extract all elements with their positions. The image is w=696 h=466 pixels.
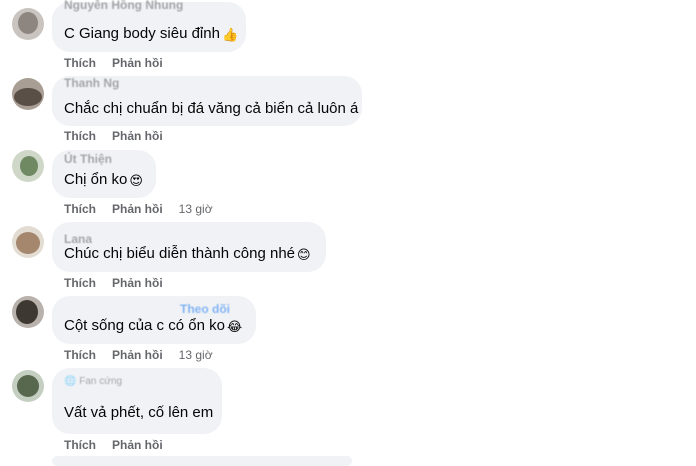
comment-item: 🌐 Fan cứng Vất vả phết, cố lên em Thích P… — [0, 366, 696, 466]
comment-timestamp[interactable]: 13 giờ — [179, 348, 213, 362]
avatar[interactable] — [12, 150, 44, 182]
comment-item: Nguyễn Hồng Nhung C Giang body siêu đỉnh… — [0, 0, 696, 72]
reply-button[interactable]: Phản hồi — [112, 129, 163, 143]
next-comment-bubble-edge — [52, 456, 352, 466]
comment-bubble: Theo dõi Cột sống của c có ổn ko 😂 — [52, 296, 256, 344]
comment-item: Út Thiện Chị ổn ko 😍 Thích Phản hồi 13 giờ — [0, 148, 696, 220]
avatar[interactable] — [12, 8, 44, 40]
comment-actions: Thích Phản hồi — [64, 56, 179, 70]
comment-bubble: 🌐 Fan cứng Vất vả phết, cố lên em — [52, 368, 222, 434]
reply-button[interactable]: Phản hồi — [112, 276, 163, 290]
like-button[interactable]: Thích — [64, 438, 96, 452]
comment-text: Chắc chị chuẩn bị đá văng cả biển cả luô… — [64, 100, 359, 117]
avatar[interactable] — [12, 296, 44, 328]
reply-button[interactable]: Phản hồi — [112, 202, 163, 216]
like-button[interactable]: Thích — [64, 129, 96, 143]
comment-actions: Thích Phản hồi 13 giờ — [64, 348, 229, 362]
comment-bubble: Lana Chúc chị biểu diễn thành công nhé 😊 — [52, 222, 326, 272]
reply-button[interactable]: Phản hồi — [112, 56, 163, 70]
comment-author[interactable]: Nguyễn Hồng Nhung — [64, 0, 183, 12]
comment-actions: Thích Phản hồi — [64, 276, 179, 290]
smile-icon: 😊 — [297, 247, 311, 262]
comment-text: Chúc chị biểu diễn thành công nhé 😊 — [64, 245, 311, 262]
comment-timestamp[interactable]: 13 giờ — [179, 202, 213, 216]
avatar[interactable] — [12, 226, 44, 258]
laughing-icon: 😂 — [226, 319, 243, 334]
comment-text: Cột sống của c có ổn ko 😂 — [64, 317, 243, 334]
comment-bubble: Nguyễn Hồng Nhung C Giang body siêu đỉnh… — [52, 0, 246, 52]
comment-author[interactable]: Thanh Ng — [64, 76, 119, 90]
like-button[interactable]: Thích — [64, 276, 96, 290]
comment-actions: Thích Phản hồi 13 giờ — [64, 202, 229, 216]
comment-text: Vất vả phết, cố lên em — [64, 404, 214, 421]
avatar[interactable] — [12, 370, 44, 402]
comment-author[interactable]: 🌐 Fan cứng — [64, 376, 122, 387]
follow-link[interactable]: Theo dõi — [180, 302, 230, 316]
like-button[interactable]: Thích — [64, 202, 96, 216]
like-button[interactable]: Thích — [64, 56, 96, 70]
comment-item: Lana Chúc chị biểu diễn thành công nhé 😊 … — [0, 220, 696, 294]
like-button[interactable]: Thích — [64, 348, 96, 362]
comment-item: Theo dõi Cột sống của c có ổn ko 😂 Thích P… — [0, 294, 696, 366]
comment-actions: Thích Phản hồi — [64, 438, 179, 452]
reply-button[interactable]: Phản hồi — [112, 438, 163, 452]
comment-item: Thanh Ng Chắc chị chuẩn bị đá văng cả bi… — [0, 72, 696, 148]
thumbs-up-icon: 👍 — [221, 27, 239, 42]
heart-eyes-icon: 😍 — [129, 173, 143, 188]
comment-actions: Thích Phản hồi — [64, 129, 179, 143]
comment-bubble: Thanh Ng Chắc chị chuẩn bị đá văng cả bi… — [52, 76, 362, 126]
globe-icon: 🌐 — [64, 376, 77, 387]
avatar[interactable] — [12, 78, 44, 110]
reply-button[interactable]: Phản hồi — [112, 348, 163, 362]
comment-text: Chị ổn ko 😍 — [64, 171, 143, 188]
comment-bubble: Út Thiện Chị ổn ko 😍 — [52, 150, 156, 198]
comment-text: C Giang body siêu đỉnh 👍 — [64, 25, 239, 42]
comment-author[interactable]: Út Thiện — [64, 152, 112, 166]
